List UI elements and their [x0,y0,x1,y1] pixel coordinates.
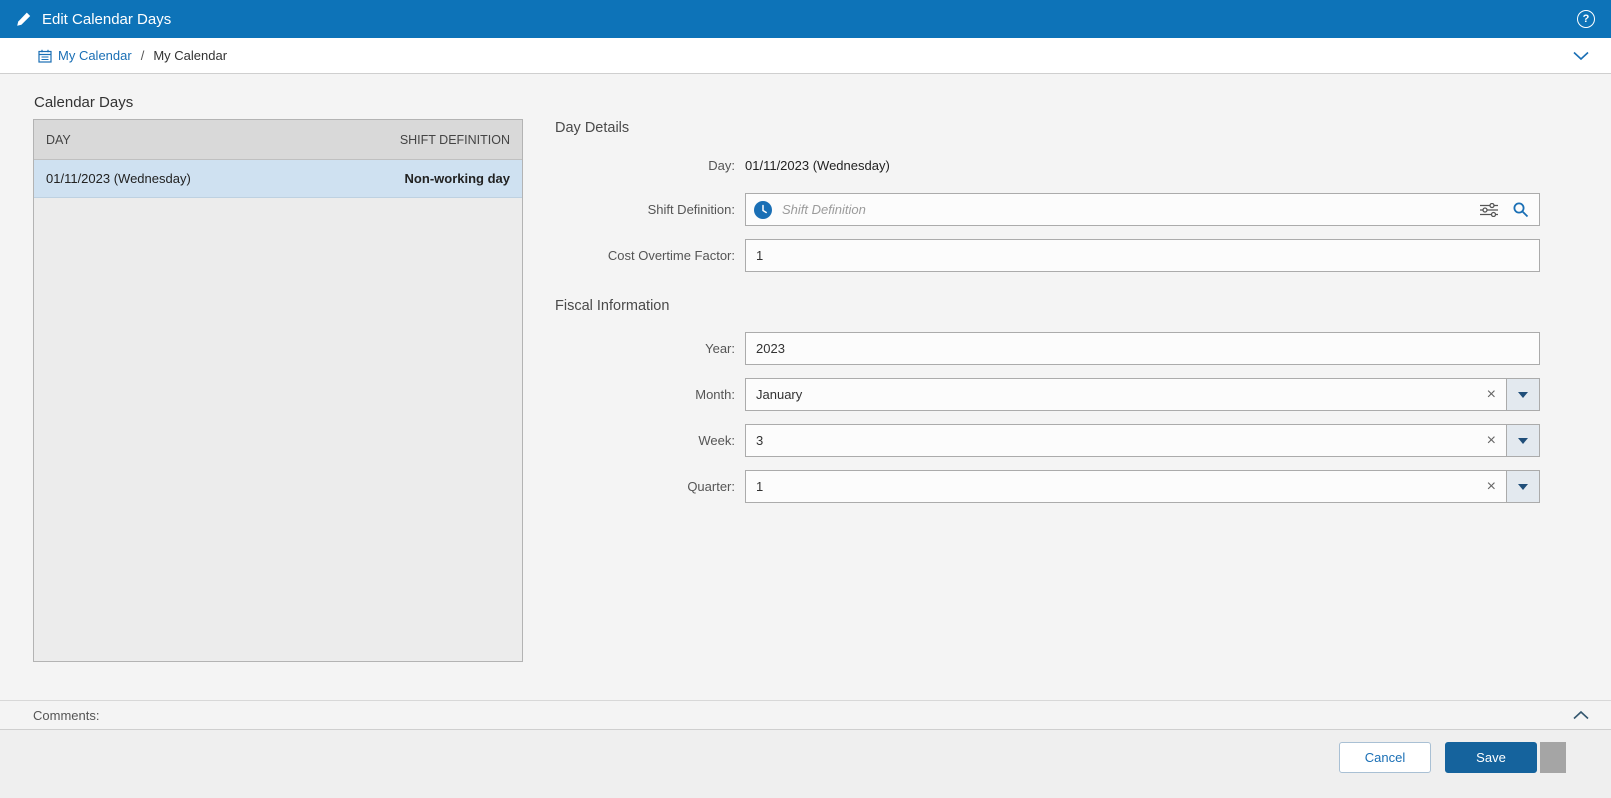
column-header-day: DAY [46,132,71,147]
help-icon[interactable]: ? [1577,10,1595,28]
dropdown-arrow-icon [1518,391,1528,398]
cancel-button[interactable]: Cancel [1339,742,1431,773]
calendar-icon [38,49,52,63]
cost-overtime-input[interactable] [746,240,1539,271]
day-row: Day: 01/11/2023 (Wednesday) [555,158,1540,173]
fiscal-month-row: Month: × [555,378,1540,411]
table-row[interactable]: 01/11/2023 (Wednesday) Non-working day [34,160,522,198]
year-input[interactable] [746,333,1539,364]
year-field [745,332,1540,365]
page-title: Edit Calendar Days [42,10,172,28]
fiscal-information-title: Fiscal Information [555,298,670,314]
row-shift-cell: Non-working day [404,171,510,186]
day-label: Day: [708,158,735,173]
quarter-clear-icon[interactable]: × [1477,478,1506,495]
quarter-label: Quarter: [687,479,735,494]
cost-overtime-label: Cost Overtime Factor: [607,248,735,263]
calendar-days-table: DAY SHIFT DEFINITION 01/11/2023 (Wednesd… [33,119,523,662]
month-input[interactable] [746,379,1477,410]
week-dropdown-button[interactable] [1506,424,1540,457]
breadcrumb: My Calendar / My Calendar [0,38,1611,74]
action-footer: Cancel Save [0,730,1611,798]
comments-chevron-up-icon[interactable] [1573,710,1589,720]
save-button[interactable]: Save [1445,742,1537,773]
advanced-filter-icon[interactable] [1480,202,1498,217]
title-bar: Edit Calendar Days ? [0,0,1611,38]
shift-definition-input[interactable] [772,194,1480,225]
shift-clock-icon [754,200,772,219]
search-icon[interactable] [1512,201,1529,218]
fiscal-quarter-row: Quarter: × [555,470,1540,503]
quarter-field: × [745,470,1507,503]
shift-definition-label: Shift Definition: [647,202,735,217]
comments-label: Comments: [33,707,100,723]
day-details-panel: Day Details Day: 01/11/2023 (Wednesday) … [555,92,1540,700]
calendar-days-title: Calendar Days [34,94,134,111]
month-clear-icon[interactable]: × [1477,386,1506,403]
resize-gripper [1540,742,1566,773]
fiscal-year-row: Year: [555,332,1540,365]
comments-section: Comments: [0,700,1611,730]
shift-definition-row: Shift Definition: [555,193,1540,226]
quarter-combo: × [745,470,1540,503]
fiscal-week-row: Week: × [555,424,1540,457]
quarter-dropdown-button[interactable] [1506,470,1540,503]
breadcrumb-current: My Calendar [153,48,228,63]
month-field: × [745,378,1507,411]
breadcrumb-my-calendar-link[interactable]: My Calendar [38,48,132,63]
calendar-days-panel: Calendar Days DAY SHIFT DEFINITION 01/11… [33,92,523,700]
breadcrumb-separator: / [140,48,145,63]
month-label: Month: [695,387,735,402]
table-header-row: DAY SHIFT DEFINITION [34,120,522,160]
breadcrumb-link-label: My Calendar [58,48,132,63]
day-details-title: Day Details [555,120,630,136]
week-input[interactable] [746,425,1477,456]
dropdown-arrow-icon [1518,437,1528,444]
cost-overtime-row: Cost Overtime Factor: [555,239,1540,272]
edit-pencil-icon [16,11,32,27]
collapse-chevron-down-icon[interactable] [1573,51,1589,61]
shift-definition-field [745,193,1540,226]
row-day-cell: 01/11/2023 (Wednesday) [46,171,191,186]
cost-overtime-field [745,239,1540,272]
month-dropdown-button[interactable] [1506,378,1540,411]
week-clear-icon[interactable]: × [1477,432,1506,449]
day-value: 01/11/2023 (Wednesday) [745,158,890,173]
dropdown-arrow-icon [1518,483,1528,490]
week-combo: × [745,424,1540,457]
quarter-input[interactable] [746,471,1477,502]
year-label: Year: [705,341,735,356]
week-field: × [745,424,1507,457]
week-label: Week: [698,433,735,448]
month-combo: × [745,378,1540,411]
main-content: Calendar Days DAY SHIFT DEFINITION 01/11… [0,74,1611,700]
app-window: Edit Calendar Days ? My Calendar / My Ca… [0,0,1611,798]
column-header-shift-definition: SHIFT DEFINITION [399,132,510,147]
